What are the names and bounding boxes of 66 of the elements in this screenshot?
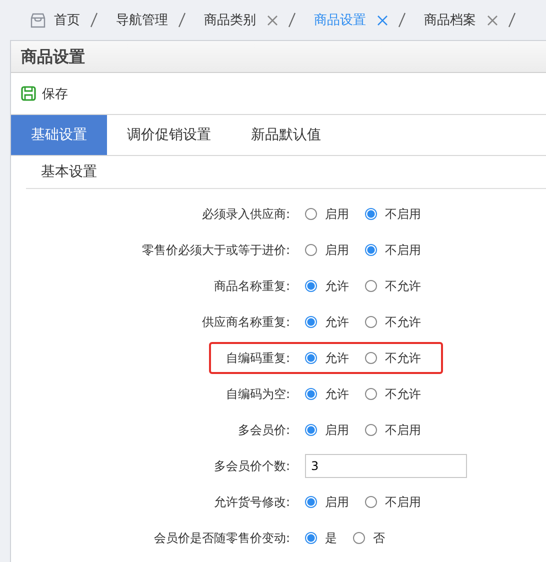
field-label: 必须录入供应商:	[200, 206, 291, 222]
radio-option[interactable]: 允许	[305, 314, 349, 330]
radio-option[interactable]: 不允许	[365, 278, 421, 294]
radio-option[interactable]: 不允许	[365, 314, 421, 330]
close-icon[interactable]	[377, 14, 388, 26]
field-label: 供应商名称重复:	[200, 314, 291, 330]
close-icon[interactable]	[487, 14, 498, 26]
tab[interactable]: 调价促销设置	[107, 115, 231, 155]
breadcrumb-tab[interactable]: 首页	[54, 11, 80, 29]
radio-option[interactable]: 启用	[305, 422, 349, 438]
slash-icon	[398, 12, 406, 28]
slash-icon	[178, 12, 186, 28]
radio-option[interactable]: 是	[305, 530, 337, 546]
radio-option[interactable]: 允许	[305, 278, 349, 294]
radio-button[interactable]	[353, 532, 365, 544]
radio-button[interactable]	[365, 388, 377, 400]
field-label: 自编码为空:	[224, 386, 291, 402]
radio-button[interactable]	[305, 388, 317, 400]
breadcrumb-tab[interactable]: 导航管理	[116, 11, 168, 29]
breadcrumb-tab[interactable]: 商品类别	[204, 11, 256, 29]
radio-button[interactable]	[305, 208, 317, 220]
field-label: 会员价是否随零售价变动:	[152, 530, 291, 546]
slash-icon	[508, 12, 516, 28]
radio-button[interactable]	[305, 316, 317, 328]
radio-option[interactable]: 不允许	[365, 386, 421, 402]
radio-option[interactable]: 启用	[305, 494, 349, 510]
radio-button[interactable]	[305, 532, 317, 544]
save-button[interactable]: 保存	[21, 84, 68, 102]
radio-option[interactable]: 不启用	[365, 422, 421, 438]
slash-icon	[288, 12, 296, 28]
field-label: 多会员价个数:	[212, 458, 291, 474]
radio-button[interactable]	[365, 424, 377, 436]
radio-button[interactable]	[305, 352, 317, 364]
radio-option[interactable]: 不启用	[365, 242, 421, 258]
radio-button[interactable]	[305, 280, 317, 292]
radio-button[interactable]	[365, 496, 377, 508]
breadcrumb-tab[interactable]: 商品档案	[424, 11, 476, 29]
radio-button[interactable]	[305, 496, 317, 508]
field-label: 自编码重复:	[224, 350, 291, 366]
tab[interactable]: 基础设置	[11, 115, 107, 155]
radio-option[interactable]: 启用	[305, 206, 349, 222]
section-title: 基本设置	[41, 163, 97, 181]
slash-icon	[90, 12, 98, 28]
radio-button[interactable]	[365, 244, 377, 256]
radio-option[interactable]: 否	[353, 530, 385, 546]
field-label: 多会员价:	[236, 422, 291, 438]
radio-option[interactable]: 允许	[305, 386, 349, 402]
radio-option[interactable]: 不启用	[365, 206, 421, 222]
radio-option[interactable]: 允许	[305, 350, 349, 366]
radio-button[interactable]	[365, 316, 377, 328]
radio-button[interactable]	[365, 280, 377, 292]
field-label: 零售价必须大于或等于进价:	[140, 242, 291, 258]
radio-button[interactable]	[305, 244, 317, 256]
panel-title: 商品设置	[11, 41, 546, 73]
tab[interactable]: 新品默认值	[231, 115, 341, 155]
radio-option[interactable]: 不允许	[365, 350, 421, 366]
save-icon	[21, 86, 36, 101]
input-field[interactable]: 3	[305, 454, 467, 478]
close-icon[interactable]	[267, 14, 278, 26]
radio-option[interactable]: 启用	[305, 242, 349, 258]
radio-button[interactable]	[365, 208, 377, 220]
field-label: 商品名称重复:	[212, 278, 291, 294]
radio-button[interactable]	[365, 352, 377, 364]
radio-option[interactable]: 不启用	[365, 494, 421, 510]
radio-button[interactable]	[305, 424, 317, 436]
field-label: 允许货号修改:	[212, 494, 291, 510]
